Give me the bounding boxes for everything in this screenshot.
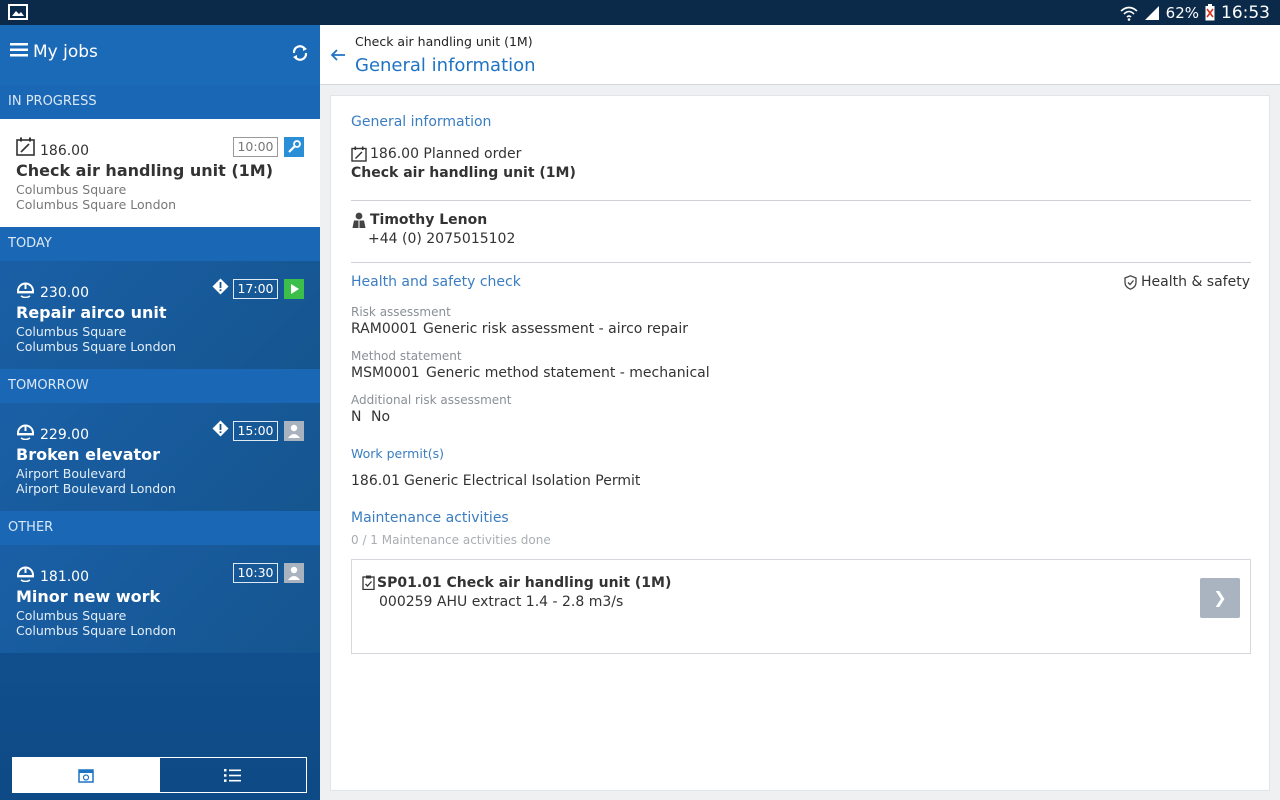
job-address-line2: Columbus Square London	[16, 623, 177, 638]
clock: 16:53	[1221, 2, 1270, 23]
section-title-health-safety: Health and safety check	[351, 274, 521, 290]
breadcrumb: Check air handling unit (1M)	[355, 34, 533, 49]
shield-check-icon	[1124, 274, 1137, 290]
section-tomorrow: TOMORROW	[0, 369, 320, 403]
additional-risk-value: No	[371, 409, 391, 425]
job-title: Minor new work	[16, 587, 161, 606]
contact-name: Timothy Lenon	[370, 212, 488, 228]
battery-percent: 62%	[1165, 3, 1199, 22]
additional-risk-code: N	[351, 409, 362, 425]
additional-risk-label: Additional risk assessment	[351, 393, 512, 407]
maintenance-progress: 0 / 1 Maintenance activities done	[351, 533, 551, 547]
calendar-clock-icon	[78, 768, 94, 783]
list-icon	[224, 768, 242, 782]
job-address-line1: Columbus Square	[16, 608, 127, 623]
maintenance-activity-item[interactable]: SP01.01 Check air handling unit (1M) 000…	[351, 559, 1251, 654]
job-time: 15:00	[233, 421, 278, 441]
hard-hat-icon	[17, 566, 34, 582]
divider	[351, 262, 1251, 263]
job-time: 17:00	[233, 279, 278, 299]
job-item[interactable]: 181.00 10:30 Minor new work Columbus Squ…	[0, 545, 320, 653]
health-safety-button[interactable]: Health & safety	[1124, 274, 1250, 290]
permits-label: Work permit(s)	[351, 446, 444, 461]
warning-icon	[212, 278, 229, 295]
detail-header: Check air handling unit (1M) General inf…	[320, 25, 1280, 85]
method-code: MSM0001	[351, 365, 420, 381]
jobs-sidebar: My jobs IN PROGRESS 186.00 10:00 Check a…	[0, 25, 320, 800]
person-icon[interactable]	[284, 563, 304, 583]
job-time: 10:00	[233, 137, 278, 157]
hard-hat-icon	[17, 282, 34, 298]
page-title: General information	[355, 55, 536, 76]
permit-code: 186.01	[351, 473, 400, 489]
wifi-icon	[1120, 6, 1138, 21]
job-number: 229.00	[40, 427, 89, 443]
calendar-view-button[interactable]	[13, 758, 160, 792]
job-time: 10:30	[233, 563, 278, 583]
activity-subtitle: 000259 AHU extract 1.4 - 2.8 m3/s	[379, 594, 624, 610]
job-address-line2: Airport Boulevard London	[16, 481, 176, 496]
job-item[interactable]: 229.00 15:00 Broken elevator Airport Bou…	[0, 403, 320, 511]
detail-card: General information 186.00 Planned order…	[330, 95, 1270, 791]
job-item[interactable]: 230.00 17:00 Repair airco unit Columbus …	[0, 261, 320, 369]
section-other: OTHER	[0, 511, 320, 545]
hamburger-menu-icon[interactable]	[10, 42, 28, 58]
job-number: 186.00	[40, 143, 89, 159]
system-status-bar: 62% 16:53	[0, 0, 1280, 25]
job-address-line1: Airport Boulevard	[16, 466, 126, 481]
wrench-icon[interactable]	[284, 137, 304, 157]
sidebar-header: My jobs	[0, 25, 320, 85]
job-number: 230.00	[40, 285, 89, 301]
chevron-right-icon: ❯	[1213, 588, 1227, 607]
sync-icon[interactable]	[290, 43, 310, 63]
order-title: Check air handling unit (1M)	[351, 165, 576, 181]
job-address-line1: Columbus Square	[16, 324, 127, 339]
person-icon	[352, 212, 366, 228]
view-switch	[12, 757, 307, 793]
job-title: Repair airco unit	[16, 303, 167, 322]
contact-phone[interactable]: +44 (0) 2075015102	[368, 231, 515, 247]
job-title: Check air handling unit (1M)	[16, 161, 273, 180]
method-label: Method statement	[351, 349, 462, 363]
job-address-line2: Columbus Square London	[16, 339, 177, 354]
calendar-edit-icon	[16, 137, 35, 156]
clipboard-check-icon	[362, 575, 375, 590]
hard-hat-icon	[17, 424, 34, 440]
job-title: Broken elevator	[16, 445, 161, 464]
list-view-button[interactable]	[160, 758, 307, 792]
section-in-progress: IN PROGRESS	[0, 85, 320, 119]
warning-icon	[212, 420, 229, 437]
person-icon[interactable]	[284, 421, 304, 441]
activity-title: SP01.01 Check air handling unit (1M)	[377, 575, 672, 591]
job-address-line1: Columbus Square	[16, 182, 127, 197]
permit-value: Generic Electrical Isolation Permit	[404, 473, 641, 489]
job-number: 181.00	[40, 569, 89, 585]
section-title-general: General information	[351, 114, 492, 130]
open-activity-button[interactable]: ❯	[1200, 578, 1240, 618]
order-line: 186.00 Planned order	[370, 146, 522, 162]
battery-icon	[1205, 4, 1215, 21]
signal-icon	[1144, 5, 1159, 20]
gallery-icon	[8, 4, 28, 20]
method-value: Generic method statement - mechanical	[426, 365, 710, 381]
sidebar-title: My jobs	[33, 42, 98, 62]
job-address-line2: Columbus Square London	[16, 197, 177, 212]
divider	[351, 200, 1251, 201]
job-item[interactable]: 186.00 10:00 Check air handling unit (1M…	[0, 119, 320, 227]
section-title-maintenance: Maintenance activities	[351, 510, 509, 526]
back-arrow-icon[interactable]	[330, 47, 346, 63]
section-today: TODAY	[0, 227, 320, 261]
calendar-edit-icon	[351, 146, 367, 162]
play-icon[interactable]	[284, 279, 304, 299]
risk-label: Risk assessment	[351, 305, 451, 319]
risk-code: RAM0001	[351, 321, 418, 337]
risk-value: Generic risk assessment - airco repair	[423, 321, 688, 337]
health-safety-label: Health & safety	[1141, 274, 1250, 290]
